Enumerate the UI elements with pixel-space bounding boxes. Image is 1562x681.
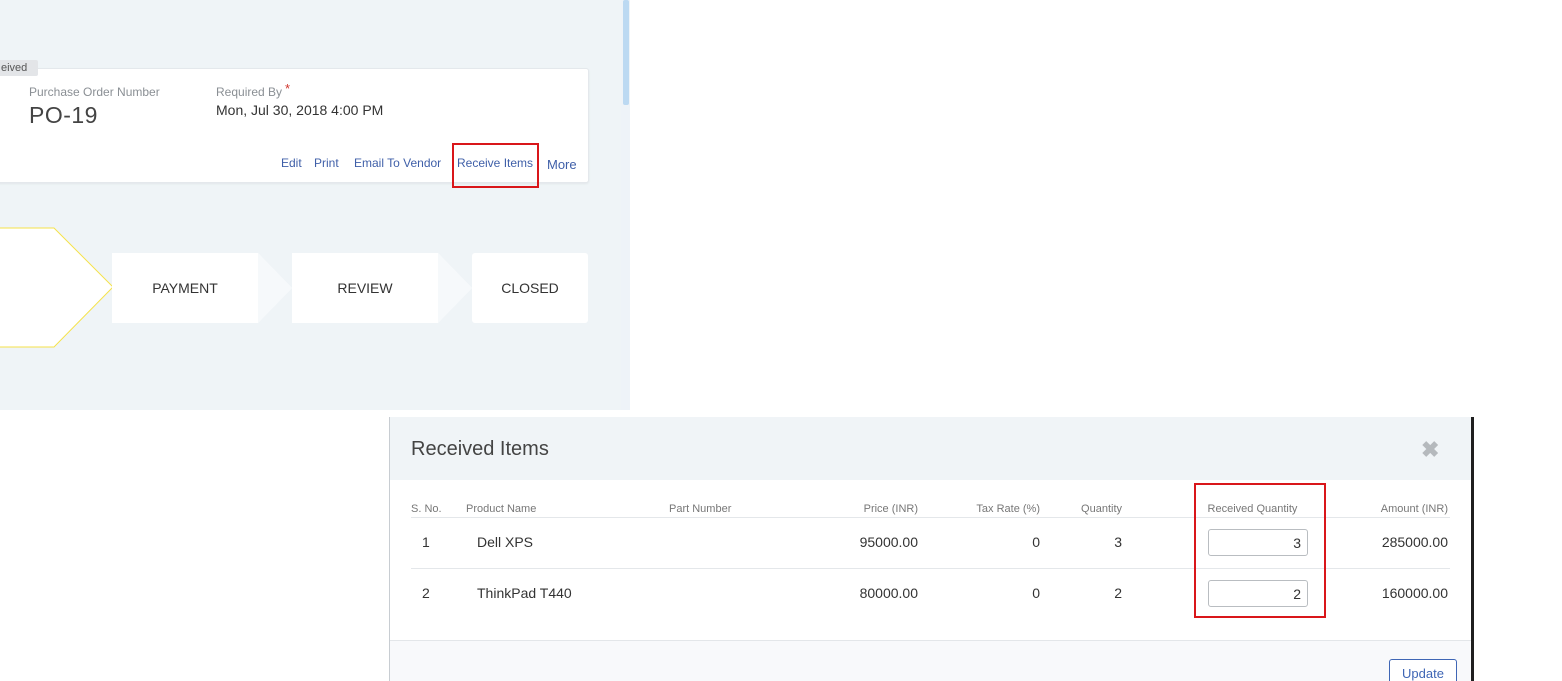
column-header-quantity: Quantity (1081, 503, 1122, 515)
cell-price: 80000.00 (859, 585, 918, 601)
edit-link[interactable]: Edit (281, 156, 302, 170)
workflow-step-payment[interactable]: PAYMENT (112, 253, 292, 323)
cell-amount: 285000.00 (1381, 534, 1448, 550)
cell-quantity: 2 (1114, 585, 1122, 601)
modal-header: Received Items ✖ (390, 417, 1471, 480)
workflow-step-closed[interactable]: CLOSED (472, 253, 632, 323)
purchase-order-panel: Purchase Order Number PO-19 Required By *… (0, 0, 630, 410)
required-by-label: Required By * (216, 81, 291, 99)
cell-tax-rate: 0 (1032, 534, 1040, 550)
screenshot-stage: Purchase Order Number PO-19 Required By *… (0, 0, 1562, 681)
column-header-sno: S. No. (411, 503, 442, 515)
workflow-step-label: CLOSED (501, 280, 559, 296)
po-number-value: PO-19 (29, 102, 98, 128)
cell-amount: 160000.00 (1381, 585, 1448, 601)
cell-price: 95000.00 (859, 534, 918, 550)
required-by-label-text: Required By (216, 85, 283, 99)
print-link[interactable]: Print (314, 156, 339, 170)
cell-product-name: Dell XPS (477, 534, 534, 550)
update-button[interactable]: Update (1389, 659, 1457, 681)
column-header-price: Price (INR) (863, 503, 918, 515)
column-header-amount: Amount (INR) (1380, 503, 1448, 515)
required-by-value: Mon, Jul 30, 2018 4:00 PM (216, 102, 384, 118)
status-badge: eived (0, 60, 38, 76)
po-number-label: Purchase Order Number (29, 85, 160, 99)
received-quantity-highlight (1194, 483, 1326, 618)
workflow-step-label: PAYMENT (152, 280, 218, 296)
cell-quantity: 3 (1114, 534, 1122, 550)
modal-footer: Update (390, 640, 1471, 681)
workflow-step-active[interactable] (0, 226, 120, 350)
modal-title: Received Items (411, 438, 549, 460)
close-icon[interactable]: ✖ (1421, 437, 1439, 463)
scrollbar-thumb[interactable] (623, 0, 629, 105)
more-link[interactable]: More (547, 157, 577, 172)
workflow-step-review[interactable]: REVIEW (292, 253, 472, 323)
email-to-vendor-link[interactable]: Email To Vendor (354, 156, 441, 170)
column-header-part-number: Part Number (669, 503, 732, 515)
workflow-step-label: REVIEW (337, 280, 393, 296)
receive-items-highlight (452, 143, 539, 188)
column-header-tax-rate: Tax Rate (%) (976, 503, 1040, 515)
cell-sno: 1 (422, 534, 430, 550)
cell-tax-rate: 0 (1032, 585, 1040, 601)
column-header-product: Product Name (466, 503, 537, 515)
required-marker: * (285, 81, 291, 96)
cell-sno: 2 (422, 585, 430, 601)
cell-product-name: ThinkPad T440 (477, 585, 572, 601)
